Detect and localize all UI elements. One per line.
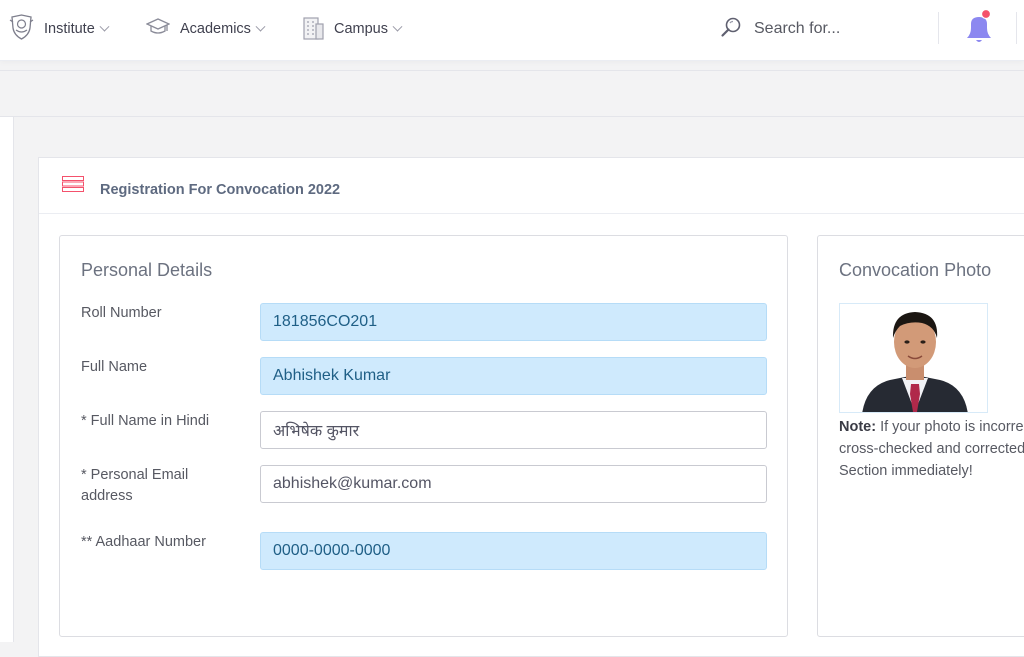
subheader-bar bbox=[0, 70, 1024, 117]
roll-number-field: 181856CO201 bbox=[260, 303, 767, 341]
aadhaar-label: ** Aadhaar Number bbox=[81, 534, 206, 550]
nav-campus[interactable]: Campus bbox=[302, 14, 403, 44]
graduation-cap-icon bbox=[145, 17, 171, 41]
nav-academics-label: Academics bbox=[180, 21, 251, 37]
portlet-title: Registration For Convocation 2022 bbox=[100, 182, 341, 198]
top-navbar: Institute Academics Campus bbox=[0, 0, 1024, 61]
personal-details-title: Personal Details bbox=[81, 260, 213, 280]
roll-number-label: Roll Number bbox=[81, 305, 162, 321]
hindi-name-input[interactable]: अभिषेक कुमार bbox=[260, 411, 767, 449]
note-label: Note: bbox=[839, 419, 877, 435]
full-name-field: Abhishek Kumar bbox=[260, 357, 767, 395]
email-label: * Personal Email address bbox=[81, 467, 189, 504]
nav-institute[interactable]: Institute bbox=[9, 14, 110, 44]
nav-academics[interactable]: Academics bbox=[145, 15, 266, 43]
institute-emblem-icon bbox=[9, 14, 34, 44]
personal-details-card: Personal Details Roll Number 181856CO201… bbox=[59, 235, 788, 637]
chevron-down-icon bbox=[99, 21, 110, 32]
search-input[interactable] bbox=[754, 20, 924, 38]
navbar-divider bbox=[1016, 12, 1017, 44]
list-lines-icon bbox=[62, 176, 84, 197]
bell-icon bbox=[962, 8, 996, 49]
search-icon[interactable] bbox=[720, 16, 742, 43]
left-rail bbox=[0, 117, 14, 642]
chevron-down-icon bbox=[255, 21, 266, 32]
nav-campus-label: Campus bbox=[334, 21, 388, 37]
hindi-name-label: * Full Name in Hindi bbox=[81, 413, 210, 429]
aadhaar-field: 0000-0000-0000 bbox=[260, 532, 767, 570]
note-line-1: If your photo is incorrec bbox=[876, 419, 1024, 435]
email-input[interactable]: abhishek@kumar.com bbox=[260, 465, 767, 503]
student-photo bbox=[839, 303, 988, 413]
notification-bell[interactable] bbox=[962, 8, 996, 45]
registration-portlet: Registration For Convocation 2022 Person… bbox=[38, 157, 1024, 657]
search-box bbox=[720, 16, 924, 42]
chevron-down-icon bbox=[392, 21, 403, 32]
nav-institute-label: Institute bbox=[44, 21, 95, 37]
convocation-photo-title: Convocation Photo bbox=[839, 260, 992, 280]
convocation-photo-card: Convocation Photo Note: If your photo is… bbox=[817, 235, 1024, 637]
photo-note: Note: If your photo is incorrec cross-ch… bbox=[839, 416, 1024, 482]
navbar-divider bbox=[938, 12, 939, 44]
building-icon bbox=[302, 14, 324, 44]
note-line-2: cross-checked and corrected bbox=[839, 441, 1024, 457]
full-name-label: Full Name bbox=[81, 359, 148, 375]
note-line-3: Section immediately! bbox=[839, 463, 973, 479]
portlet-header: Registration For Convocation 2022 bbox=[39, 158, 1024, 214]
